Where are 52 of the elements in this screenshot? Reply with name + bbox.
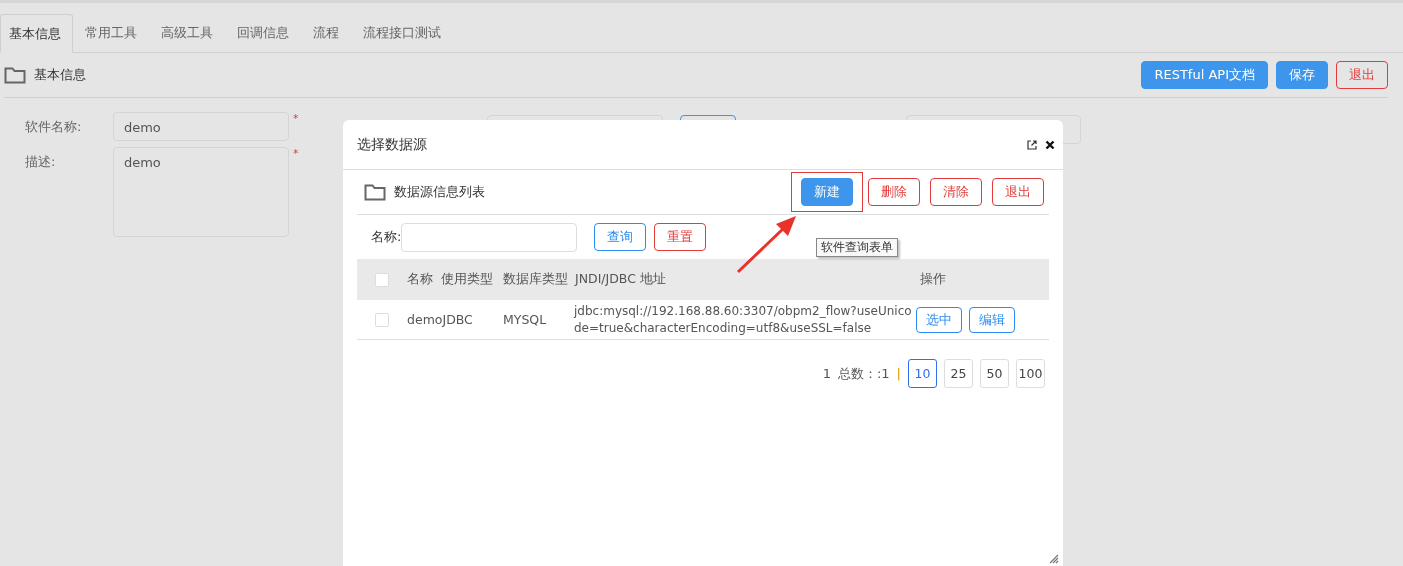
total-count: 总数：:1 bbox=[837, 364, 890, 383]
checkbox[interactable] bbox=[375, 312, 389, 327]
field-label: 描述: bbox=[25, 153, 57, 171]
column-header: 使用类型 bbox=[441, 271, 494, 288]
toolbar-button[interactable]: 清除 bbox=[930, 178, 982, 206]
separator: | bbox=[896, 366, 901, 381]
table-cell-text: demoJDBC bbox=[407, 312, 474, 327]
close-icon[interactable] bbox=[1045, 139, 1055, 150]
page-size-button[interactable]: 10 bbox=[908, 359, 937, 388]
resize-handle-icon[interactable] bbox=[1049, 554, 1059, 564]
header-button[interactable]: 保存 bbox=[1276, 61, 1328, 89]
page-number: 1 bbox=[822, 366, 831, 381]
folder-icon bbox=[364, 183, 386, 201]
row-action-button[interactable]: 编辑 bbox=[969, 306, 1015, 333]
toolbar-button[interactable]: 退出 bbox=[992, 178, 1044, 206]
toolbar-button[interactable]: 删除 bbox=[868, 178, 920, 206]
required-mark: * bbox=[292, 112, 299, 127]
page-size-button[interactable]: 100 bbox=[1016, 359, 1045, 388]
column-header: 数据库类型 bbox=[503, 271, 569, 288]
row-action-button[interactable]: 选中 bbox=[916, 306, 962, 333]
section-title: 基本信息 bbox=[34, 66, 86, 84]
folder-icon bbox=[4, 66, 26, 84]
page-size-button[interactable]: 50 bbox=[980, 359, 1009, 388]
header-button[interactable]: RESTful API文档 bbox=[1141, 61, 1268, 89]
dialog-title: 选择数据源 bbox=[357, 135, 427, 154]
tab[interactable]: 流程 bbox=[301, 14, 351, 52]
header-button[interactable]: 退出 bbox=[1336, 61, 1388, 89]
required-mark: * bbox=[292, 147, 299, 162]
search-field[interactable] bbox=[401, 222, 578, 252]
annotation-arrow bbox=[736, 214, 798, 274]
checkbox[interactable] bbox=[375, 272, 389, 287]
name-field[interactable]: demo bbox=[112, 112, 289, 141]
tab[interactable]: 回调信息 bbox=[225, 14, 301, 52]
description-field[interactable]: demo bbox=[112, 147, 289, 237]
column-header: JNDI/JDBC 地址 bbox=[575, 271, 667, 288]
tab[interactable]: 流程接口测试 bbox=[351, 14, 453, 52]
page-size-button[interactable]: 25 bbox=[944, 359, 973, 388]
search-button[interactable]: 查询 bbox=[594, 223, 647, 251]
column-header: 名称 bbox=[407, 271, 434, 288]
tab[interactable]: 基本信息 bbox=[0, 14, 73, 53]
toolbar-button[interactable]: 新建 bbox=[801, 178, 853, 206]
tooltip: 软件查询表单 bbox=[816, 238, 898, 257]
external-link-icon[interactable] bbox=[1027, 139, 1037, 150]
field-label: 名称: bbox=[371, 228, 402, 246]
search-button[interactable]: 重置 bbox=[654, 223, 707, 251]
column-header: 操作 bbox=[920, 271, 947, 288]
tab[interactable]: 常用工具 bbox=[73, 14, 149, 52]
table-cell-text: MYSQL bbox=[503, 312, 548, 327]
field-label: 软件名称: bbox=[25, 118, 83, 136]
tab[interactable]: 高级工具 bbox=[149, 14, 225, 52]
table-cell-text: jdbc:mysql://192.168.88.60:3307/obpm2_flow?useUnicode=true&characterEncoding=utf8&useSSL=false bbox=[574, 302, 913, 337]
list-title: 数据源信息列表 bbox=[394, 183, 485, 201]
